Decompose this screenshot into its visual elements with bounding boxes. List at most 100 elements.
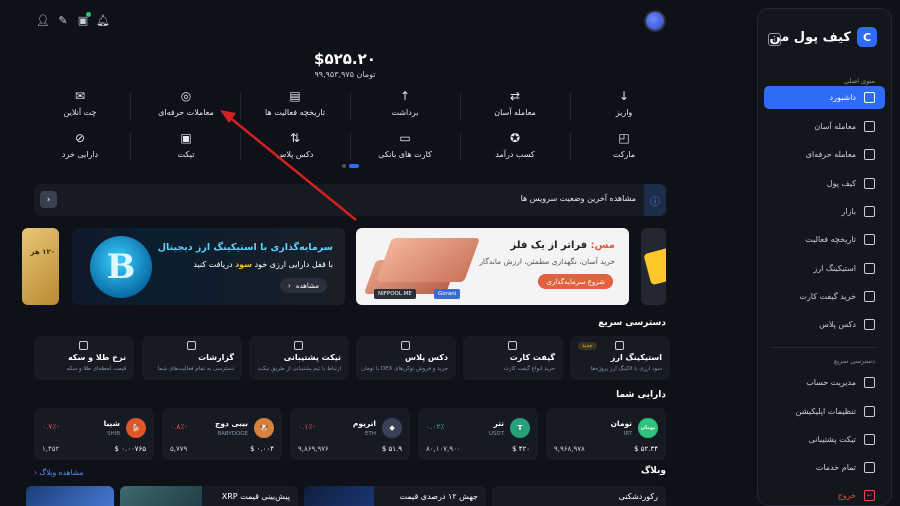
sidebar-item-app-settings[interactable]: تنظیمات اپلیکیشن bbox=[764, 400, 885, 423]
chevron-left-icon[interactable]: ‹ bbox=[40, 191, 57, 208]
blog-post-card[interactable] bbox=[26, 486, 114, 506]
service-status-text: مشاهده آخرین وضعیت سرویس ها bbox=[520, 194, 636, 203]
action-bank-cards[interactable]: ▭ کارت های بانکی bbox=[355, 131, 455, 159]
gold-icon bbox=[79, 341, 88, 350]
asset-card-babydoge[interactable]: 🐶 بیبی دوج BABYDOGE ۰.۸٪- $ ۰.۰۰۴ ۵,۷۷۹ bbox=[162, 408, 282, 460]
asset-card-irt[interactable]: تومان تومان IRT $ ۵۲.۳۴ ۹,۹۶۸,۹۷۸ bbox=[546, 408, 666, 460]
brand[interactable]: C کیف پول من bbox=[770, 27, 877, 47]
logout-icon: ↩ bbox=[864, 490, 875, 501]
sidebar-item-market[interactable]: بازار bbox=[764, 200, 885, 223]
sidebar-item-easy-trade[interactable]: معامله آسان bbox=[764, 115, 885, 138]
sidebar-item-staking[interactable]: استیکینگ ارز bbox=[764, 257, 885, 280]
action-earn[interactable]: ✪ کسب درآمد bbox=[465, 131, 565, 159]
blog-post-card[interactable]: رکوردشکنی bbox=[492, 486, 666, 506]
sidebar-item-dashboard[interactable]: داشبورد bbox=[764, 86, 885, 109]
blog-post-card[interactable]: جهش ۱۲ درصدی قیمت bbox=[304, 486, 486, 506]
sidebar-item-dex-plus[interactable]: دکس پلاس bbox=[764, 313, 885, 336]
arrow-down-icon: ↓ bbox=[618, 89, 630, 103]
sidebar-item-account[interactable]: مدیریت حساب bbox=[764, 371, 885, 394]
sidebar-item-gift-card[interactable]: خرید گیفت کارت bbox=[764, 285, 885, 308]
quick-access-dex-plus[interactable]: دکس پلاس خرید و فروش توکن‌های DEX با توما… bbox=[356, 336, 456, 380]
brand-logo-icon: C bbox=[857, 27, 877, 47]
sidebar-item-history[interactable]: تاریخچه فعالیت bbox=[764, 228, 885, 251]
quick-access-reports[interactable]: گزارشات دسترسی به تمام فعالیت‌های شما bbox=[142, 336, 242, 380]
banner-tag: NIFPOOL.ME bbox=[374, 289, 416, 299]
blog-thumbnail bbox=[26, 486, 114, 506]
avatar[interactable] bbox=[644, 10, 666, 32]
divider bbox=[570, 92, 571, 120]
asset-card-eth[interactable]: ◆ اتریوم ETH ۰.۱٪- $ ۵۱.۹ ۹,۸۶۹,۹۷۶ bbox=[290, 408, 410, 460]
banner-staking-title: سرمایه‌گذاری با استیکینگ ارز دیجیتال bbox=[157, 242, 333, 253]
ticket-shape-icon bbox=[643, 246, 666, 286]
grid-icon bbox=[864, 92, 875, 103]
blog-post-card[interactable]: پیش‌بینی قیمت XRP bbox=[120, 486, 298, 506]
quick-access-gift-card[interactable]: گیفت کارت خرید انواع گیفت کارت bbox=[463, 336, 563, 380]
history-icon bbox=[864, 234, 875, 245]
action-dex-plus[interactable]: ⇅ دکس پلاس bbox=[245, 131, 345, 159]
action-small-assets[interactable]: ⊘ دارایی خرد bbox=[30, 131, 130, 159]
asset-card-usdt[interactable]: T تتر USDT ۰.۰۲٪ $ ۴۲۰ ۸۰,۱۰۷,۹۰۰ bbox=[418, 408, 538, 460]
sidebar-item-wallet[interactable]: کیف پول bbox=[764, 172, 885, 195]
all-services-icon bbox=[864, 462, 875, 473]
dex-icon bbox=[864, 319, 875, 330]
action-pro-trade[interactable]: ◎ معاملات حرفه‌ای bbox=[136, 89, 236, 117]
divider bbox=[130, 92, 131, 120]
action-withdraw[interactable]: ↑ برداشت bbox=[355, 89, 455, 117]
babydoge-icon: 🐶 bbox=[254, 418, 274, 438]
wallet-icon bbox=[864, 178, 875, 189]
banner-staking-subtitle: با قفل دارایی ارزی خود سود دریافت کنید bbox=[193, 260, 333, 269]
sidebar-collapse-button[interactable]: › bbox=[768, 33, 781, 46]
quick-access-support-ticket[interactable]: تیکت پشتیبانی ارتباط با تیم پشتیبانی از ط… bbox=[249, 336, 349, 380]
user-icon[interactable]: 👤︎ bbox=[36, 13, 50, 27]
divider bbox=[240, 132, 241, 160]
sidebar-item-logout[interactable]: ↩ خروج bbox=[764, 484, 885, 505]
weblog-title: وبلاگ bbox=[640, 466, 666, 476]
action-online-chat[interactable]: ✉ چت آنلاین bbox=[30, 89, 130, 117]
start-investment-button[interactable]: شروع سرمایه‌گذاری bbox=[538, 274, 613, 289]
sidebar-divider bbox=[771, 347, 877, 348]
quick-access-staking[interactable]: استیکینگ ارز سود ارزی با لاکینگ ارز پروژه… bbox=[570, 336, 670, 380]
new-badge: جدید bbox=[578, 342, 597, 350]
bell-icon[interactable]: 🔔︎ bbox=[96, 13, 110, 27]
tether-icon: T bbox=[510, 418, 530, 438]
action-easy-trade[interactable]: ⇄ معامله آسان bbox=[465, 89, 565, 117]
action-activity-history[interactable]: ▤ تاریخچه فعالیت ها bbox=[245, 89, 345, 117]
action-deposit[interactable]: ↓ واریز bbox=[574, 89, 674, 117]
edit-icon[interactable]: ✎ bbox=[56, 13, 70, 27]
divider bbox=[130, 132, 131, 160]
settings-icon bbox=[864, 406, 875, 417]
banner-tag: Gorani bbox=[434, 289, 461, 299]
sidebar-item-support-ticket[interactable]: تیکت پشتیبانی bbox=[764, 428, 885, 451]
pager-dot[interactable] bbox=[342, 164, 346, 168]
service-status-bar[interactable]: ⓘ مشاهده آخرین وضعیت سرویس ها ‹ bbox=[34, 184, 666, 216]
banner-copper-subtitle: خرید آسان، نگهداری مطمئن، ارزش ماندگار bbox=[479, 257, 615, 266]
report-icon bbox=[187, 341, 196, 350]
balance-usd: $۵۲۵.۲۰ bbox=[314, 50, 376, 68]
sidebar-item-all-services[interactable]: تمام خدمات bbox=[764, 456, 885, 479]
quick-access-gold-rate[interactable]: نرخ طلا و سکه قیمت لحظه‌ای طلا و سکه bbox=[34, 336, 134, 380]
chart-icon: ◰ bbox=[618, 131, 630, 145]
pager-dot-active[interactable] bbox=[349, 164, 359, 168]
ethereum-icon: ◆ bbox=[382, 418, 402, 438]
view-weblog-link[interactable]: مشاهده وبلاگ ‹ bbox=[34, 468, 84, 477]
banner-staking[interactable]: B سرمایه‌گذاری با استیکینگ ارز دیجیتال ب… bbox=[72, 228, 345, 305]
pro-trade-icon: ◎ bbox=[180, 89, 192, 103]
staking-icon bbox=[615, 341, 624, 350]
divider bbox=[350, 92, 351, 120]
divider bbox=[240, 92, 241, 120]
sidebar: C کیف پول من › منوی اصلی داشبورد معامله … bbox=[757, 8, 892, 506]
banner-copper[interactable]: مس: فراتر از یک فلز خرید آسان، نگهداری م… bbox=[356, 228, 629, 305]
banner-partial-left[interactable]: ۱۲۰ هز bbox=[22, 228, 59, 305]
blog-thumbnail bbox=[304, 486, 374, 506]
brand-name: کیف پول من bbox=[769, 29, 851, 45]
action-market[interactable]: ◰ مارکت bbox=[574, 131, 674, 159]
view-button[interactable]: مشاهده ‹ bbox=[280, 278, 327, 293]
history-icon: ▤ bbox=[289, 89, 301, 103]
sidebar-item-pro-trade[interactable]: معامله حرفه‌ای bbox=[764, 143, 885, 166]
pager-dots[interactable] bbox=[342, 164, 359, 168]
asset-card-shib[interactable]: 🐕 شیبا SHIB ۰.۷٪- $ ۰.۰۰۷۶۵ ۱,۴۵۲ bbox=[34, 408, 154, 460]
banner-partial-right[interactable] bbox=[641, 228, 666, 305]
blog-thumbnail bbox=[120, 486, 202, 506]
action-ticket[interactable]: ▣ تیکت bbox=[136, 131, 236, 159]
pro-trade-icon bbox=[864, 149, 875, 160]
